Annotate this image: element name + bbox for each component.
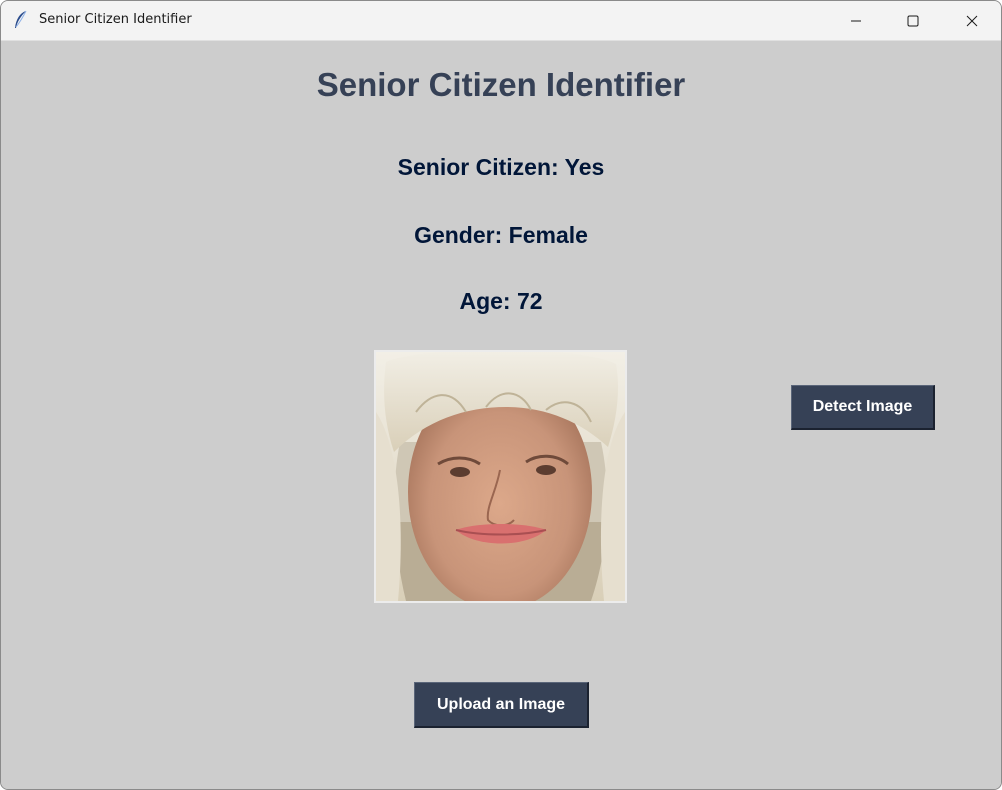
close-button[interactable] <box>943 1 1001 40</box>
gender-label: Gender: Female <box>414 222 588 248</box>
title-bar[interactable]: Senior Citizen Identifier <box>1 1 1001 41</box>
minimize-icon <box>851 20 861 21</box>
page-title: Senior Citizen Identifier <box>316 66 686 103</box>
window-title: Senior Citizen Identifier <box>39 12 192 27</box>
senior-citizen-label: Senior Citizen: Yes <box>397 154 605 180</box>
face-image <box>376 352 625 601</box>
maximize-button[interactable] <box>884 1 942 40</box>
feather-icon <box>15 10 27 28</box>
app-window: Senior Citizen Identifier Senior Citizen… <box>0 0 1002 790</box>
uploaded-photo <box>374 350 627 603</box>
minimize-button[interactable] <box>827 1 885 40</box>
close-icon <box>966 15 978 26</box>
maximize-icon <box>907 15 919 26</box>
main-panel: Senior Citizen Identifier Senior Citizen… <box>1 41 1001 789</box>
upload-image-button[interactable]: Upload an Image <box>414 682 589 728</box>
detect-image-button[interactable]: Detect Image <box>791 385 935 430</box>
age-label: Age: 72 <box>459 288 543 314</box>
